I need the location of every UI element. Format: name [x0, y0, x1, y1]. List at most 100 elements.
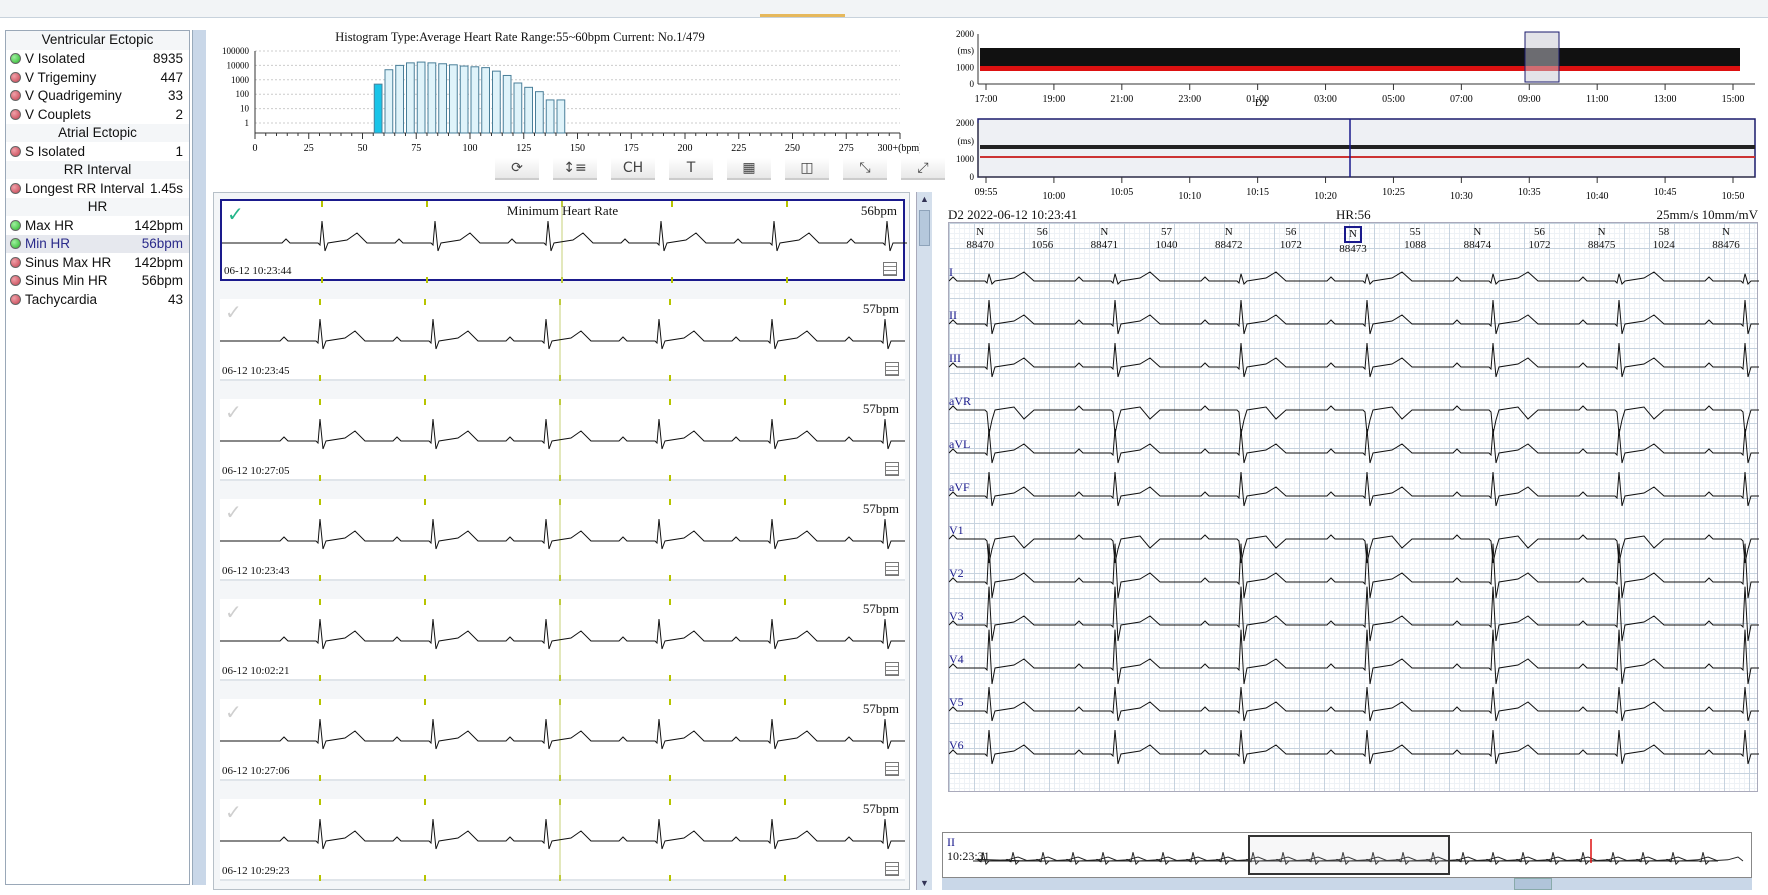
stat-value: 56bpm [141, 236, 183, 252]
stat-row[interactable]: V Couplets 2 [6, 105, 189, 124]
rr-trend-full[interactable]: 2000(ms)1000017:00 19:00 21:00 23:00 01:00 03… [940, 26, 1765, 106]
status-dot-icon [10, 219, 21, 231]
checkmark-icon[interactable]: ✓ [225, 300, 242, 324]
expand-button[interactable]: ⤢ [901, 158, 945, 180]
sort-button[interactable]: ↕≡ [553, 158, 597, 180]
event-strip[interactable]: ✓ 57bpm 06-12 10:23:43 [220, 499, 905, 581]
lead-trace [949, 729, 1759, 765]
refresh-button[interactable]: ⟳ [495, 158, 539, 180]
checkmark-icon[interactable]: ✓ [225, 500, 242, 524]
status-dot-icon [10, 108, 21, 120]
note-icon[interactable] [885, 662, 899, 676]
overview-strip[interactable]: II 10:23:31 [942, 832, 1752, 878]
checkmark-icon[interactable]: ✓ [225, 600, 242, 624]
strip-bpm: 57bpm [862, 301, 899, 316]
scroll-up-icon[interactable]: ▲ [920, 194, 929, 204]
twelve-lead-ecg[interactable]: N 88470 56 1056 N 88471 57 1040 N 88472 56 1072 N 884… [948, 222, 1759, 792]
x-tick-label: 15:00 [1722, 94, 1745, 105]
note-icon[interactable] [885, 562, 899, 576]
x-tick-label: 10:35 [1518, 187, 1541, 198]
event-strip[interactable]: ✓ Minimum Heart Rate 56bpm 06-12 10:23:44 [220, 199, 907, 283]
strip-list-scrollbar[interactable]: ▲ ▼ [916, 192, 932, 890]
channel-label: D2 [1255, 98, 1267, 106]
y-tick-label: 0 [970, 79, 975, 89]
histogram-bar [416, 61, 426, 134]
stat-row[interactable]: Max HR 142bpm [6, 216, 189, 235]
rr-trend-zoom[interactable]: 2000 (ms) 1000 009:55 10:00 10:05 10:10 10:15 10… [940, 115, 1765, 205]
ecg-heart-rate: HR:56 [1336, 207, 1371, 222]
x-tick-label: 200 [678, 143, 693, 154]
scroll-thumb[interactable] [919, 210, 930, 246]
note-icon[interactable] [885, 862, 899, 876]
status-dot-icon [10, 293, 21, 305]
event-strip[interactable]: ✓ 57bpm 06-12 10:29:23 [220, 799, 905, 881]
x-tick-label: 10:45 [1654, 187, 1677, 198]
stat-row[interactable]: Sinus Max HR 142bpm [6, 253, 189, 272]
checkmark-icon[interactable]: ✓ [225, 700, 242, 724]
x-tick-label: 10:40 [1586, 191, 1609, 202]
stat-row[interactable]: Sinus Min HR 56bpm [6, 272, 189, 291]
x-tick-label: 09:55 [975, 187, 998, 198]
event-strip[interactable]: ✓ 57bpm 06-12 10:02:21 [220, 599, 905, 681]
stat-row[interactable]: S Isolated 1 [6, 142, 189, 161]
event-strip[interactable]: ✓ 57bpm 06-12 10:27:06 [220, 699, 905, 781]
section-header: Atrial Ectopic [6, 123, 189, 142]
text-button[interactable]: T [669, 158, 713, 180]
ecg-trace [220, 718, 905, 750]
note-icon[interactable] [885, 462, 899, 476]
status-dot-icon [10, 145, 21, 157]
event-strip[interactable]: ✓ 57bpm 06-12 10:27:05 [220, 399, 905, 481]
checkmark-icon[interactable]: ✓ [225, 400, 242, 424]
histogram-bar [449, 64, 458, 134]
x-tick-label: 250 [785, 143, 800, 154]
strip-time: 06-12 10:23:43 [222, 565, 290, 577]
stat-row[interactable]: V Trigeminy 447 [6, 68, 189, 87]
histogram-bar [438, 63, 447, 134]
note-icon[interactable] [885, 362, 899, 376]
grid-4-button[interactable]: ▦ [727, 158, 771, 180]
histogram-bar [481, 67, 490, 134]
channel-button[interactable]: CH [611, 158, 655, 180]
strip-waveform [220, 599, 905, 681]
stat-value: 1.45s [149, 180, 183, 196]
histogram-bar [470, 66, 480, 134]
x-tick-label: 10:50 [1722, 191, 1745, 202]
stat-value: 447 [160, 69, 183, 85]
histogram-bar [492, 70, 501, 134]
histogram-bar [513, 82, 523, 134]
stat-row[interactable]: Tachycardia 43 [6, 290, 189, 309]
x-tick-label: 19:00 [1043, 94, 1066, 105]
lead-label-i: I [949, 265, 953, 279]
stat-row[interactable]: Longest RR Interval 1.45s [6, 179, 189, 198]
overview-scrollbar[interactable] [942, 878, 1752, 890]
heart-rate-histogram[interactable]: 1000001000010001001010 25 50 75 100 125 150 175… [200, 45, 920, 155]
overview-viewport[interactable] [1248, 835, 1450, 875]
strip-toolbar: ⟳ ↕≡ CH T ▦ ◫ ⤡ ⤢ [495, 158, 945, 180]
y-tick-label: 1000 [956, 62, 975, 72]
event-strip[interactable]: ✓ 57bpm 06-12 10:23:45 [220, 299, 905, 381]
note-icon[interactable] [885, 762, 899, 776]
histogram-title: Histogram Type:Average Heart Rate Range:… [335, 30, 705, 44]
grid-select-button[interactable]: ◫ [785, 158, 829, 180]
x-tick-label: 17:00 [975, 94, 998, 105]
section-header: Ventricular Ectopic [6, 31, 189, 50]
scroll-down-icon[interactable]: ▼ [920, 878, 929, 888]
lead-trace [949, 543, 1759, 599]
rr-scatter-normal [980, 48, 1740, 68]
stats-scrollbar[interactable] [192, 30, 206, 885]
collapse-button[interactable]: ⤡ [843, 158, 887, 180]
lead-label-avl: aVL [949, 437, 971, 451]
x-tick-label: 225 [731, 143, 746, 154]
histogram-bar [502, 74, 512, 134]
x-tick-label: 25 [304, 143, 314, 154]
stat-row[interactable]: V Isolated 8935 [6, 50, 189, 69]
stat-row[interactable]: V Quadrigeminy 33 [6, 87, 189, 106]
checkmark-icon[interactable]: ✓ [225, 800, 242, 824]
lead-label-v4: V4 [949, 652, 964, 666]
lead-trace [949, 586, 1759, 642]
scroll-thumb[interactable] [1514, 878, 1552, 890]
stat-row[interactable]: Min HR 56bpm [6, 234, 189, 253]
note-icon[interactable] [883, 262, 897, 276]
lead-trace [949, 629, 1759, 685]
lead-label-iii: III [949, 351, 961, 365]
